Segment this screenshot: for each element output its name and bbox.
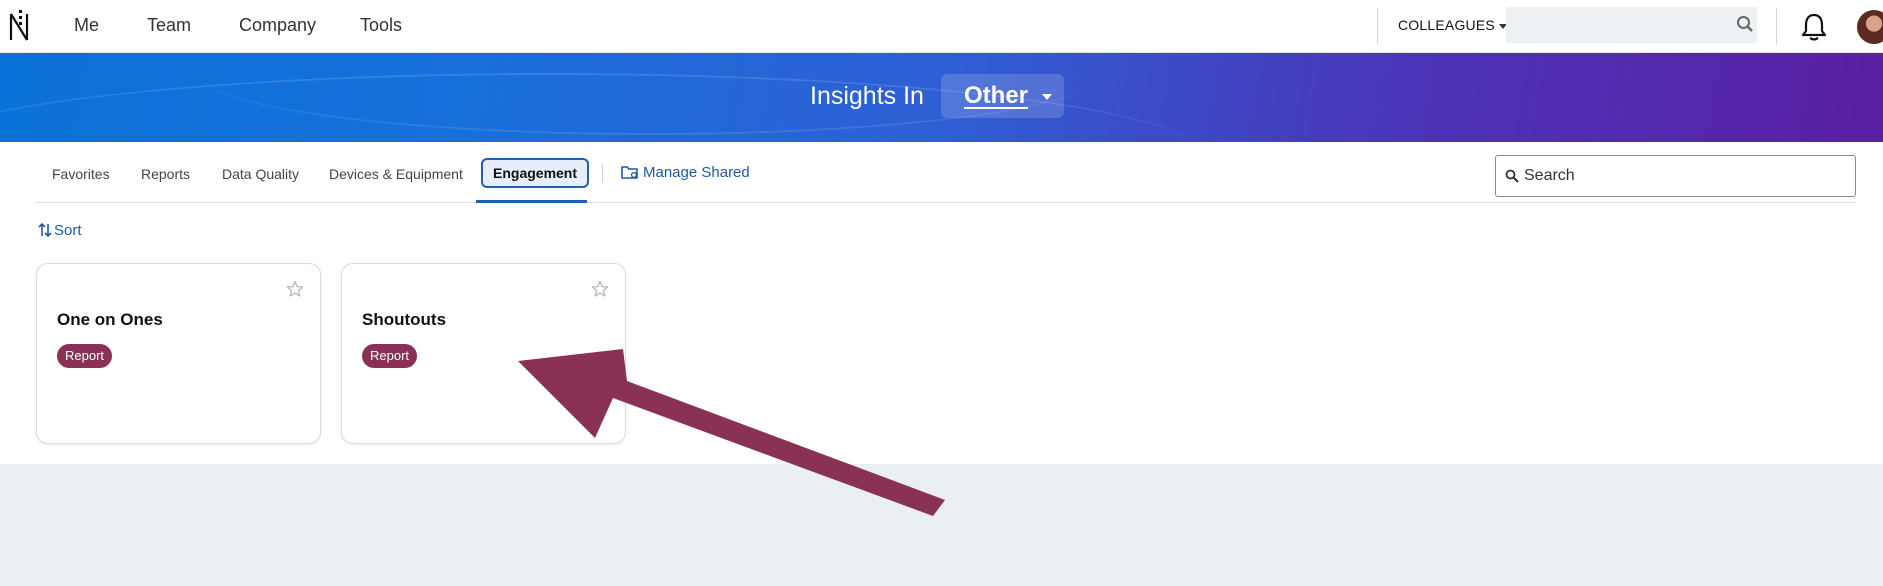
tab-separator bbox=[602, 164, 603, 182]
manage-shared-label: Manage Shared bbox=[643, 164, 750, 181]
global-search-input[interactable] bbox=[1506, 7, 1757, 43]
report-badge: Report bbox=[362, 344, 418, 368]
tab-devices-equipment[interactable]: Devices & Equipment bbox=[329, 166, 463, 182]
report-badge: Report bbox=[57, 344, 113, 368]
tab-data-quality[interactable]: Data Quality bbox=[222, 166, 299, 182]
folder-share-icon bbox=[621, 166, 638, 179]
star-icon[interactable] bbox=[286, 280, 304, 298]
insights-scope-value: Other bbox=[964, 82, 1029, 109]
active-tab-indicator bbox=[476, 200, 587, 203]
logo-icon[interactable] bbox=[8, 8, 30, 44]
colleagues-label: COLLEAGUES bbox=[1398, 17, 1495, 33]
search-icon[interactable] bbox=[1736, 15, 1754, 33]
bell-icon[interactable] bbox=[1800, 12, 1828, 42]
report-card[interactable]: One on Ones Report bbox=[36, 263, 321, 444]
nav-divider bbox=[1377, 8, 1378, 45]
insights-content: Favorites Reports Data Quality Devices &… bbox=[0, 142, 1883, 464]
nav-me[interactable]: Me bbox=[74, 15, 99, 36]
nav-company[interactable]: Company bbox=[239, 15, 316, 36]
tab-engagement[interactable]: Engagement bbox=[481, 158, 590, 188]
insights-search-input[interactable] bbox=[1524, 156, 1850, 196]
tab-reports[interactable]: Reports bbox=[141, 166, 190, 182]
sort-icon bbox=[38, 222, 52, 238]
colleagues-dropdown[interactable]: COLLEAGUES bbox=[1398, 17, 1507, 33]
sort-button[interactable]: Sort bbox=[38, 222, 82, 239]
card-title: One on Ones bbox=[57, 310, 163, 329]
sort-label: Sort bbox=[54, 222, 82, 239]
top-navbar: Me Team Company Tools COLLEAGUES bbox=[0, 0, 1883, 53]
insights-scope-select[interactable]: Other bbox=[941, 74, 1064, 118]
nav-team[interactable]: Team bbox=[147, 15, 191, 36]
star-icon[interactable] bbox=[591, 280, 609, 298]
user-avatar[interactable] bbox=[1857, 10, 1883, 44]
nav-tools[interactable]: Tools bbox=[360, 15, 402, 36]
tab-favorites[interactable]: Favorites bbox=[52, 166, 110, 182]
banner-label: Insights In bbox=[810, 82, 924, 110]
nav-divider bbox=[1776, 8, 1777, 45]
report-card[interactable]: Shoutouts Report bbox=[341, 263, 626, 444]
card-title: Shoutouts bbox=[362, 310, 447, 329]
caret-down-icon bbox=[1042, 94, 1052, 100]
search-icon bbox=[1505, 169, 1519, 183]
insights-search[interactable] bbox=[1495, 155, 1856, 197]
manage-shared-link[interactable]: Manage Shared bbox=[621, 164, 750, 181]
insights-banner: Insights In Other bbox=[0, 53, 1883, 142]
